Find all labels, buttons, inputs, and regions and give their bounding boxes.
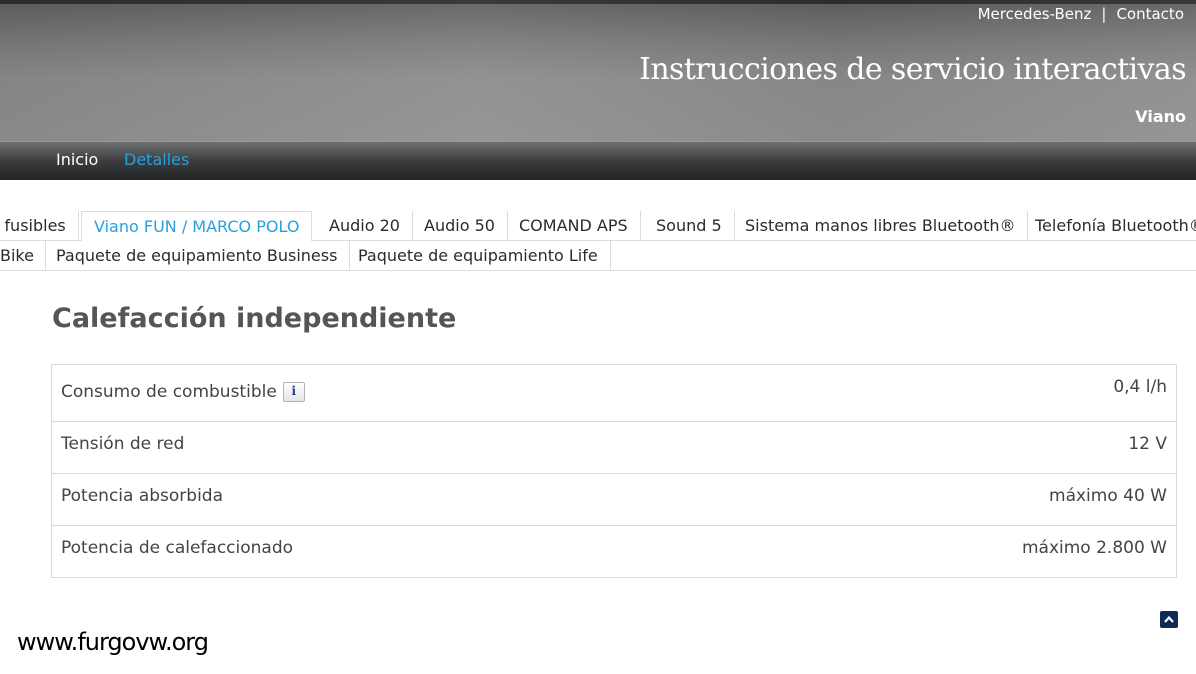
spec-label: Potencia de calefaccionado: [61, 538, 294, 558]
nav-inicio[interactable]: Inicio: [56, 150, 98, 169]
spec-value: 12 V: [1128, 434, 1167, 454]
tab-bike[interactable]: Bike: [0, 241, 46, 271]
spec-row-tension: Tensión de red 12 V: [52, 422, 1176, 474]
tabs-row-2: Bike Paquete de equipamiento Business Pa…: [0, 241, 1196, 271]
contacto-link[interactable]: Contacto: [1116, 5, 1184, 23]
page-title: Calefacción independiente: [52, 303, 457, 334]
nav-detalles[interactable]: Detalles: [124, 150, 189, 169]
tab-viano-fun-marco-polo[interactable]: Viano FUN / MARCO POLO: [81, 211, 313, 241]
watermark: www.furgovw.org: [17, 628, 209, 656]
spec-value: 0,4 l/h: [1113, 377, 1167, 397]
tab-audio-20[interactable]: Audio 20: [317, 211, 413, 241]
back-to-top-button[interactable]: [1160, 611, 1178, 628]
tab-audio-50[interactable]: Audio 50: [412, 211, 508, 241]
mercedes-benz-link[interactable]: Mercedes-Benz: [978, 5, 1092, 23]
spec-row-potencia-calefaccionado: Potencia de calefaccionado máximo 2.800 …: [52, 526, 1176, 577]
spec-row-potencia-absorbida: Potencia absorbida máximo 40 W: [52, 474, 1176, 526]
spec-row-consumo: Consumo de combustible i 0,4 l/h: [52, 365, 1176, 422]
spec-value: máximo 2.800 W: [1021, 538, 1167, 558]
site-title: Instrucciones de servicio interactivas: [639, 52, 1187, 87]
tabs-row-1: s fusibles Viano FUN / MARCO POLO Audio …: [0, 211, 1196, 241]
link-separator: |: [1101, 5, 1107, 23]
tab-sistema-manos-libres[interactable]: Sistema manos libres Bluetooth®: [733, 211, 1029, 241]
model-name: Viano: [1135, 107, 1186, 126]
spec-label: Tensión de red: [61, 434, 185, 454]
tab-paquete-life[interactable]: Paquete de equipamiento Life: [346, 241, 611, 271]
tab-comand-aps[interactable]: COMAND APS: [507, 211, 641, 241]
spec-value: máximo 40 W: [1049, 486, 1167, 506]
main-nav: Inicio Detalles: [0, 141, 1196, 180]
spec-label-text: Consumo de combustible: [61, 382, 277, 402]
spec-table: Consumo de combustible i 0,4 l/h Tensión …: [51, 364, 1177, 578]
spec-label: Consumo de combustible i: [61, 382, 305, 402]
chevron-up-icon: [1164, 615, 1174, 623]
info-icon[interactable]: i: [282, 382, 305, 402]
tab-paquete-business[interactable]: Paquete de equipamiento Business: [44, 241, 351, 271]
tab-sound-5[interactable]: Sound 5: [644, 211, 735, 241]
top-links: Mercedes-Benz | Contacto: [978, 5, 1184, 23]
header-banner: Mercedes-Benz | Contacto Instrucciones de …: [0, 0, 1196, 141]
tab-fusibles[interactable]: s fusibles: [0, 211, 79, 241]
tab-telefonia-bluetooth[interactable]: Telefonía Bluetooth®: [1023, 211, 1196, 241]
spec-label: Potencia absorbida: [61, 486, 224, 506]
